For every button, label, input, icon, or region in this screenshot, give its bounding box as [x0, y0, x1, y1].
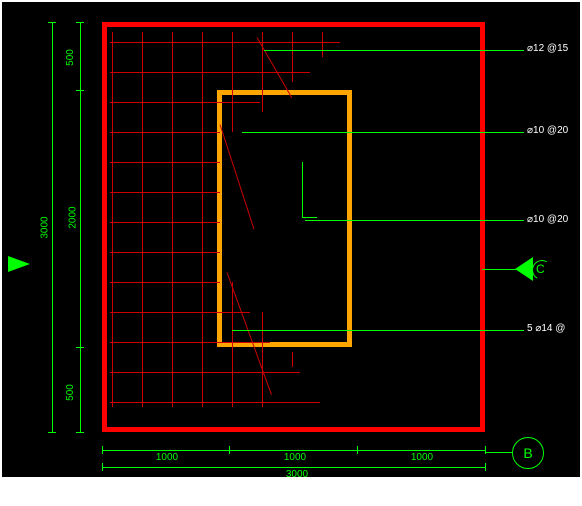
- grid-line: [110, 222, 220, 223]
- dim-value: 1000: [397, 452, 447, 463]
- section-marker-icon: [515, 257, 533, 281]
- leader-line: [242, 132, 524, 133]
- grid-line: [110, 372, 300, 373]
- dim-tick: [102, 463, 103, 471]
- leader-line: [305, 220, 524, 221]
- detail-line: [302, 217, 317, 218]
- grid-line: [232, 32, 233, 132]
- dim-tick: [102, 446, 103, 454]
- grid-line: [110, 162, 220, 163]
- grid-line: [142, 32, 143, 407]
- grid-line: [202, 32, 203, 407]
- grid-line: [262, 312, 263, 407]
- grid-line: [110, 102, 260, 103]
- detail-line: [302, 162, 303, 217]
- dim-tick: [76, 347, 84, 348]
- grid-line: [322, 32, 323, 57]
- opening-outline: [217, 90, 352, 347]
- dim-value: 500: [65, 384, 76, 401]
- grid-line: [110, 312, 250, 313]
- dim-value: 3000: [40, 216, 51, 238]
- section-flag-icon: [8, 256, 30, 272]
- grid-line: [292, 32, 293, 82]
- grid-line: [110, 72, 310, 73]
- grid-line: [172, 32, 173, 407]
- dim-line: [52, 22, 53, 432]
- leader-line: [232, 330, 524, 331]
- dim-value: 2000: [68, 206, 79, 228]
- dim-tick: [48, 432, 56, 433]
- bubble-label: B: [523, 445, 532, 461]
- dim-tick: [76, 432, 84, 433]
- dim-tick: [357, 446, 358, 454]
- leader-line: [264, 50, 524, 51]
- grid-bubble: B: [512, 437, 544, 469]
- dim-value: 500: [65, 49, 76, 66]
- grid-line: [110, 282, 220, 283]
- dim-tick: [229, 446, 230, 454]
- grid-line: [110, 252, 220, 253]
- axis-line: [485, 452, 512, 453]
- dim-tick: [76, 90, 84, 91]
- grid-line: [292, 352, 293, 367]
- dim-line: [102, 467, 485, 468]
- grid-line: [110, 132, 220, 133]
- dim-value: 1000: [142, 452, 192, 463]
- rebar-note: 5 ⌀14 @: [527, 323, 565, 334]
- dim-line: [80, 22, 81, 432]
- dim-tick: [76, 22, 84, 23]
- rebar-note: ⌀10 @20: [527, 214, 568, 225]
- grid-line: [232, 282, 233, 407]
- grid-line: [110, 42, 340, 43]
- dim-value: 3000: [272, 469, 322, 480]
- rebar-note: ⌀10 @20: [527, 125, 568, 136]
- grid-line: [112, 32, 113, 407]
- grid-line: [110, 192, 220, 193]
- cad-viewport[interactable]: 500 2000 500 3000 1000 1000 1000 3000 ⌀1…: [2, 2, 580, 477]
- dim-tick: [48, 22, 56, 23]
- dim-tick: [485, 463, 486, 471]
- rebar-note: ⌀12 @15: [527, 43, 568, 54]
- grid-line: [110, 342, 270, 343]
- grid-line: [110, 402, 320, 403]
- dim-value: 1000: [270, 452, 320, 463]
- dim-line: [102, 450, 485, 451]
